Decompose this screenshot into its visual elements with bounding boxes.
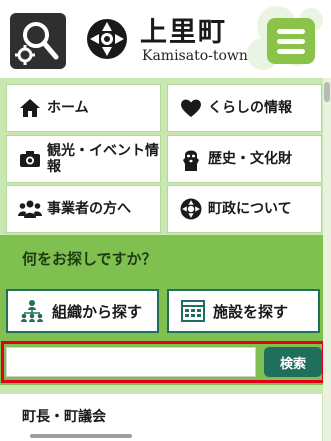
search-button[interactable]: 検索 (264, 347, 322, 377)
nav-label: 事業者の方へ (47, 201, 131, 217)
finder-heading: 何をお探しですか？ (22, 250, 157, 268)
home-icon (13, 98, 47, 118)
nav-item-history[interactable]: 歴史・文化財 (167, 135, 322, 183)
finder-heading-bar: 何をお探しですか？ (0, 235, 331, 283)
nav-label: 町政について (208, 201, 292, 217)
nav-item-home[interactable]: ホーム (6, 84, 161, 132)
find-facility-label: 施設を探す (213, 302, 289, 321)
nav-label: ホーム (47, 100, 89, 116)
nav-label: 観光・イベント情報 (47, 143, 159, 175)
site-header: 上里町 Kamisato-town (0, 0, 331, 78)
nav-item-living[interactable]: くらしの情報 (167, 84, 322, 132)
find-facility-button[interactable]: 施設を探す (167, 289, 320, 333)
town-emblem-icon (174, 198, 208, 220)
nav-label: くらしの情報 (208, 100, 292, 116)
haniwa-icon (174, 146, 208, 172)
find-by-org-button[interactable]: 組織から探す (6, 289, 159, 333)
site-title[interactable]: 上里町 (140, 10, 227, 49)
nav-label: 歴史・文化財 (208, 151, 292, 167)
nav-item-government[interactable]: 町政について (167, 185, 322, 233)
hamburger-menu-button[interactable] (267, 18, 315, 64)
find-by-org-label: 組織から探す (52, 302, 143, 321)
site-subtitle: Kamisato-town (142, 48, 248, 64)
camera-icon (13, 150, 47, 168)
search-toggle-button[interactable] (10, 13, 66, 69)
town-logo-icon (87, 19, 127, 59)
vertical-scrollbar[interactable] (323, 78, 331, 441)
scrollbar-thumb[interactable] (324, 82, 330, 102)
search-gear-icon (15, 22, 59, 65)
mayor-council-label: 町長・町議会 (22, 409, 106, 425)
site-search-input[interactable] (6, 347, 256, 377)
people-icon (13, 199, 47, 219)
nav-item-tourism[interactable]: 観光・イベント情報 (6, 135, 161, 183)
nav-item-business[interactable]: 事業者の方へ (6, 185, 161, 233)
building-icon (179, 300, 207, 322)
hamburger-icon (277, 29, 305, 34)
horizontal-scroll-indicator (30, 434, 132, 438)
org-chart-icon (18, 299, 46, 323)
finder-buttons: 組織から探す 施設を探す (0, 283, 331, 343)
heart-icon (174, 98, 208, 118)
main-nav: ホーム くらしの情報 観光・イベント情報 歴史・文化財 事業者の方へ 町政につい… (0, 78, 331, 235)
